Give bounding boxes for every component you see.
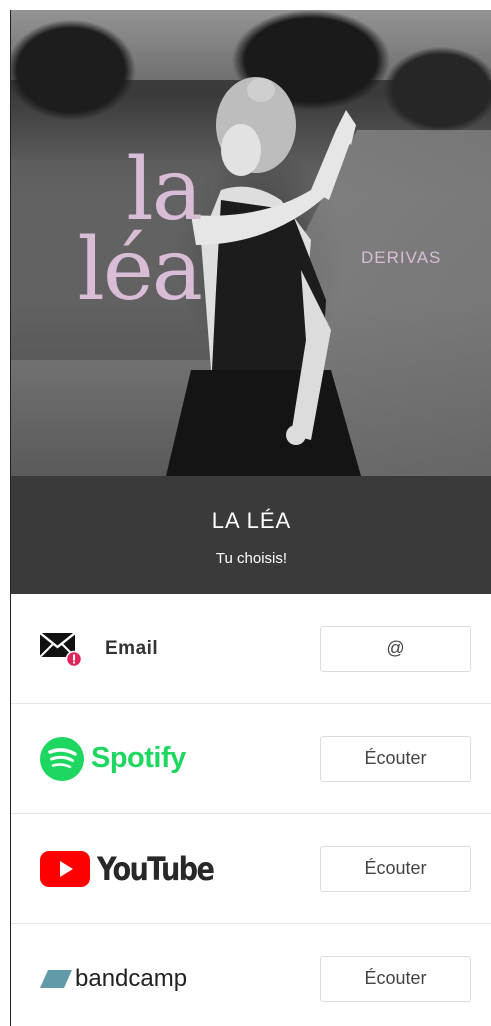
email-button[interactable]: @ xyxy=(320,625,471,672)
youtube-wordmark: YouTube xyxy=(97,849,215,888)
youtube-listen-button[interactable]: Écouter xyxy=(320,845,471,892)
email-icon xyxy=(39,631,83,667)
service-row-bandcamp: bandcamp Écouter xyxy=(11,924,491,1026)
tagline: Tu choisis! xyxy=(215,550,288,567)
email-label: Email xyxy=(105,637,159,659)
artist-header: LA LÉA Tu choisis! xyxy=(11,476,491,594)
cover-title: la léa xyxy=(31,140,203,320)
youtube-icon xyxy=(40,850,90,887)
service-row-spotify: Spotify Écouter xyxy=(11,704,491,814)
artist-name: LA LÉA xyxy=(211,508,292,533)
bandcamp-listen-button[interactable]: Écouter xyxy=(320,955,471,1002)
bandcamp-icon xyxy=(40,969,72,988)
bandcamp-logo: bandcamp xyxy=(39,965,187,993)
cover-title-line1: la xyxy=(126,140,203,240)
spotify-icon xyxy=(40,736,84,781)
spotify-listen-button[interactable]: Écouter xyxy=(320,735,471,782)
service-row-email: Email @ xyxy=(11,594,491,704)
spotify-logo: Spotify xyxy=(39,736,186,782)
album-cover: la léa DERIVAS xyxy=(11,10,491,476)
service-row-youtube: YouTube Écouter xyxy=(11,814,491,924)
youtube-logo: YouTube xyxy=(39,850,234,888)
cover-title-line2: léa xyxy=(77,220,203,320)
spotify-wordmark: Spotify xyxy=(91,742,186,774)
smartlink-page: la léa DERIVAS LA LÉA Tu choisis! Email … xyxy=(10,10,491,1026)
bandcamp-wordmark: bandcamp xyxy=(75,964,188,992)
cover-subtitle: DERIVAS xyxy=(361,248,442,267)
email-logo: Email xyxy=(39,631,158,667)
service-list: Email @ Spotify Écouter YouTube Écouter … xyxy=(11,594,491,1026)
